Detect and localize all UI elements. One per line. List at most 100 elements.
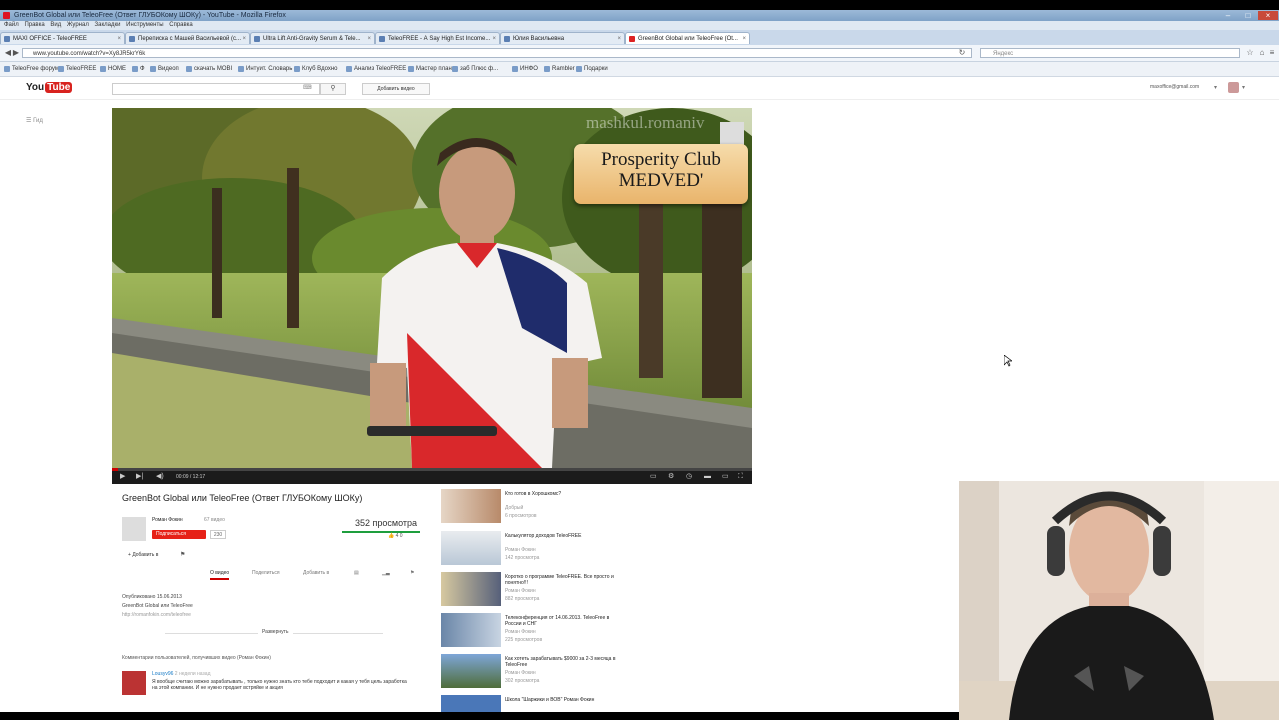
tab-add-to[interactable]: Добавить в bbox=[303, 570, 329, 576]
show-more-button[interactable]: Развернуть bbox=[258, 629, 293, 635]
bookmark-item[interactable]: TeleoFree форум bbox=[4, 62, 59, 76]
volume-icon[interactable]: ◀) bbox=[156, 472, 164, 482]
youtube-search-button[interactable]: ⚲ bbox=[320, 83, 346, 95]
close-tab-icon[interactable]: × bbox=[367, 33, 371, 44]
menu-tools[interactable]: Инструменты bbox=[126, 22, 163, 28]
related-thumbnail[interactable] bbox=[441, 572, 501, 606]
related-title[interactable]: Коротко о программе TeleoFREE. Все прост… bbox=[505, 574, 620, 586]
tab-stats[interactable]: ▤ bbox=[354, 570, 359, 576]
video-player[interactable]: mashkul.romaniv Prosperity Club MEDVED' … bbox=[112, 108, 752, 484]
related-thumbnail[interactable] bbox=[441, 654, 501, 688]
menu-help[interactable]: Справка bbox=[169, 22, 193, 28]
menu-file[interactable]: Файл bbox=[4, 22, 19, 28]
tab-teleofree[interactable]: TeleoFREE - А Say High Est Income... × bbox=[375, 32, 500, 44]
bookmark-item[interactable]: HOME bbox=[100, 62, 126, 76]
url-field[interactable]: www.youtube.com/watch?v=Xy8JR5krY6k bbox=[22, 48, 972, 58]
tab-more[interactable]: ▁▃ bbox=[382, 570, 390, 576]
menu-icon[interactable]: ≡ bbox=[1268, 49, 1276, 57]
bookmark-item[interactable]: скачать MOBI bbox=[186, 62, 232, 76]
tab-report[interactable]: ⚑ bbox=[410, 570, 414, 576]
description-link[interactable]: http://romanfokin.com/teleofree bbox=[122, 612, 191, 618]
forward-icon[interactable]: ▶ bbox=[12, 49, 20, 57]
tab-yulia[interactable]: Юлия Васильевна × bbox=[500, 32, 625, 44]
back-icon[interactable]: ◀ bbox=[4, 49, 12, 57]
menu-view[interactable]: Вид bbox=[50, 22, 61, 28]
bookmark-item[interactable]: Анализ TeleoFREE bbox=[346, 62, 406, 76]
tab-maxi-office[interactable]: MAXI OFFICE - TeleoFREE × bbox=[0, 32, 125, 44]
share-icon[interactable]: ⚑ bbox=[180, 551, 185, 558]
bookmark-item[interactable]: Интуит. Словарь bbox=[238, 62, 292, 76]
minimize-icon[interactable]: – bbox=[1218, 11, 1238, 20]
bookmark-item[interactable]: ИНФО bbox=[512, 62, 538, 76]
close-tab-icon[interactable]: × bbox=[742, 33, 746, 44]
search-field[interactable]: Яндекс bbox=[980, 48, 1240, 58]
subscribe-button[interactable]: Подписаться bbox=[152, 530, 206, 539]
related-video[interactable]: Калькулятор доходов TeleoFREE Роман Фоки… bbox=[441, 531, 741, 569]
next-icon[interactable]: ▶| bbox=[136, 472, 143, 482]
chevron-down-icon[interactable]: ▾ bbox=[1242, 84, 1245, 91]
youtube-logo[interactable]: You Tube bbox=[26, 82, 73, 93]
tab-perepiska[interactable]: Переписка с Машей Васильевой (с... × bbox=[125, 32, 250, 44]
add-to-button[interactable]: + Добавить в bbox=[128, 552, 158, 558]
home-icon[interactable]: ⌂ bbox=[1258, 49, 1266, 57]
related-video[interactable]: Коротко о программе TeleoFREE. Все прост… bbox=[441, 572, 741, 610]
tab-about[interactable]: О видео bbox=[210, 570, 230, 580]
tab-share[interactable]: Поделиться bbox=[252, 570, 280, 576]
bookmark-item[interactable]: Rambler bbox=[544, 62, 575, 76]
close-tab-icon[interactable]: × bbox=[117, 33, 121, 44]
related-title[interactable]: Как хотеть зарабатывать $9000 за 2-3 мес… bbox=[505, 656, 620, 668]
comment-author-name[interactable]: Lousyv96 bbox=[152, 671, 173, 677]
settings-icon[interactable]: ⚙ bbox=[668, 472, 674, 482]
comment-author[interactable]: Lousyv96 2 недели назад bbox=[152, 671, 211, 677]
theater-icon[interactable]: ▭ bbox=[722, 472, 729, 482]
video-count[interactable]: 67 видео bbox=[204, 517, 225, 523]
cinema-mode-icon[interactable]: ▬ bbox=[704, 472, 711, 482]
progress-bar[interactable] bbox=[112, 468, 752, 471]
bookmark-item[interactable]: Видеоп bbox=[150, 62, 179, 76]
menu-history[interactable]: Журнал bbox=[67, 22, 89, 28]
related-title[interactable]: Школа "Шаржики и ВОВ" Роман Фокин bbox=[505, 697, 620, 703]
watch-later-icon[interactable]: ◷ bbox=[686, 472, 692, 482]
comment-avatar[interactable] bbox=[122, 671, 146, 695]
bookmark-item[interactable]: Мастер план bbox=[408, 62, 452, 76]
upload-button[interactable]: Добавить видео bbox=[362, 83, 430, 95]
close-window-icon[interactable]: × bbox=[1258, 11, 1278, 20]
related-thumbnail[interactable] bbox=[441, 613, 501, 647]
bookmark-star-icon[interactable]: ☆ bbox=[1246, 49, 1254, 57]
related-video[interactable]: Как хотеть зарабатывать $9000 за 2-3 мес… bbox=[441, 654, 741, 692]
menu-edit[interactable]: Правка bbox=[24, 22, 44, 28]
related-video[interactable]: Кто готов в Хорошкомс? Добрый 6 просмотр… bbox=[441, 489, 741, 527]
maximize-icon[interactable]: □ bbox=[1238, 11, 1258, 20]
youtube-search-input[interactable] bbox=[112, 83, 320, 95]
related-title[interactable]: Телеконференция от 14.06.2013. TeleoFree… bbox=[505, 615, 620, 627]
channel-avatar[interactable] bbox=[122, 517, 146, 541]
reload-icon[interactable]: ↻ bbox=[958, 49, 966, 57]
keyboard-icon[interactable]: ⌨ bbox=[303, 84, 312, 91]
channel-name[interactable]: Роман Фокин bbox=[152, 517, 183, 523]
bookmark-item[interactable]: TeleoFREE bbox=[58, 62, 96, 76]
close-tab-icon[interactable]: × bbox=[617, 33, 621, 44]
play-icon[interactable]: ▶ bbox=[120, 472, 125, 482]
related-title[interactable]: Калькулятор доходов TeleoFREE bbox=[505, 533, 620, 539]
bookmark-item[interactable]: Подарки bbox=[576, 62, 608, 76]
account-email[interactable]: maxoffice@gmail.com bbox=[1150, 84, 1199, 90]
close-tab-icon[interactable]: × bbox=[492, 33, 496, 44]
close-tab-icon[interactable]: × bbox=[242, 33, 246, 44]
user-avatar[interactable] bbox=[1228, 82, 1239, 93]
tab-greenbot-youtube[interactable]: GreenBot Global или TeleoFree (Ot... × bbox=[625, 32, 750, 44]
related-video[interactable]: Телеконференция от 14.06.2013. TeleoFree… bbox=[441, 613, 741, 651]
related-title[interactable]: Кто готов в Хорошкомс? bbox=[505, 491, 620, 497]
thumbs-up-icon[interactable]: 👍 bbox=[388, 533, 394, 539]
related-thumbnail[interactable] bbox=[441, 531, 501, 565]
bookmark-item[interactable]: заб Плюс ф... bbox=[452, 62, 498, 76]
captions-icon[interactable]: ▭ bbox=[650, 472, 657, 482]
fullscreen-icon[interactable]: ⛶ bbox=[738, 472, 743, 482]
related-thumbnail[interactable] bbox=[441, 489, 501, 523]
menu-bookmarks[interactable]: Закладки bbox=[95, 22, 121, 28]
like-dislike-counts[interactable]: 👍 4 0 bbox=[388, 533, 403, 539]
bookmark-item[interactable]: Ф bbox=[132, 62, 145, 76]
bookmark-item[interactable]: Клуб Вдохно bbox=[294, 62, 338, 76]
notifications-icon[interactable]: ▾ bbox=[1214, 84, 1217, 91]
tab-ultra-lift[interactable]: Ultra Lift Anti-Gravity Serum & Tele... × bbox=[250, 32, 375, 44]
guide-button[interactable]: ☰ Гид bbox=[26, 117, 43, 124]
